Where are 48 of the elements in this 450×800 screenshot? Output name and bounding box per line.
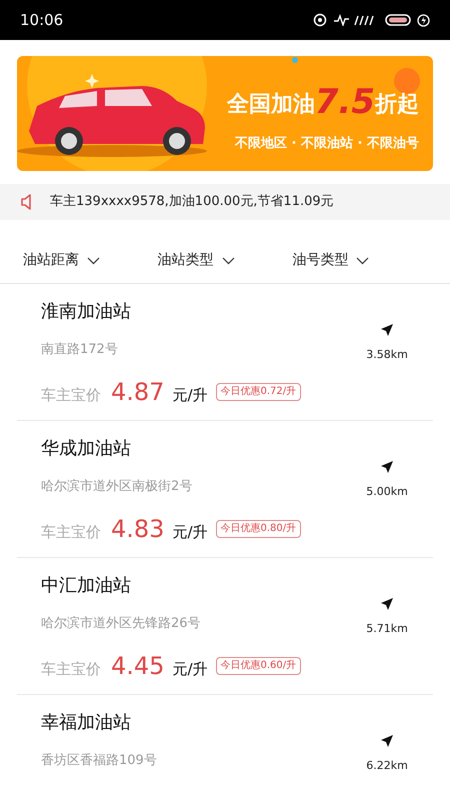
- station-card[interactable]: 淮南加油站 南直路172号 车主宝价 4.87 元/升 今日优惠0.72/升 3.58km: [17, 284, 433, 421]
- station-address: 哈尔滨市道外区南极街2号: [41, 478, 194, 496]
- station-name: 幸福加油站: [41, 711, 132, 735]
- distance: 6.22km: [366, 758, 408, 774]
- distance: 5.71km: [366, 621, 408, 637]
- navigation-arrow-icon[interactable]: [380, 734, 394, 748]
- price: 4.87: [111, 376, 164, 408]
- discount-tag: 今日优惠0.72/升: [216, 382, 302, 400]
- notice-text: 车主139xxxx9578,加油100.00元,节省11.09元: [50, 193, 334, 212]
- battery-icon: [385, 14, 411, 26]
- discount-tag: 今日优惠0.80/升: [216, 520, 302, 538]
- charging-icon: [417, 14, 430, 26]
- station-name: 淮南加油站: [41, 300, 132, 324]
- price-label: 车主宝价: [41, 384, 101, 406]
- price-label: 车主宝价: [41, 658, 101, 680]
- filter-dropdown[interactable]: 油站距离: [23, 250, 158, 271]
- station-name: 中汇加油站: [41, 574, 132, 598]
- navigation-arrow-icon[interactable]: [380, 597, 394, 611]
- station-card[interactable]: 幸福加油站 香坊区香福路109号 6.22km: [17, 695, 433, 800]
- chevron-down-icon: [87, 256, 100, 264]
- banner-subtitle: 不限地区 · 不限油站 · 不限油号: [235, 135, 419, 153]
- station-card[interactable]: 华成加油站 哈尔滨市道外区南极街2号 车主宝价 4.83 元/升 今日优惠0.80/升 5.00km: [17, 421, 433, 558]
- distance: 3.58km: [366, 347, 408, 363]
- banner-discount: 7.5: [314, 84, 375, 120]
- chevron-down-icon: [222, 256, 235, 264]
- price: 4.83: [111, 514, 164, 544]
- price: 4.45: [111, 650, 164, 682]
- station-card[interactable]: 中汇加油站 哈尔滨市道外区先锋路26号 车主宝价 4.45 元/升 今日优惠0.60/升 5.71km: [17, 558, 433, 695]
- station-address: 哈尔滨市道外区先锋路26号: [41, 615, 202, 633]
- speaker-icon: [20, 194, 34, 210]
- station-address: 香坊区香福路109号: [41, 752, 158, 770]
- price-unit: 元/升: [172, 522, 208, 542]
- price-unit: 元/升: [172, 384, 208, 406]
- navigation-arrow-icon[interactable]: [380, 323, 394, 337]
- discount-tag: 今日优惠0.60/升: [216, 656, 302, 674]
- distance: 5.00km: [366, 484, 408, 500]
- station-address: 南直路172号: [41, 341, 119, 359]
- price-label: 车主宝价: [41, 522, 101, 542]
- chevron-down-icon: [356, 256, 370, 264]
- filter-dropdown[interactable]: 油站类型: [158, 250, 292, 271]
- camera-icon: [313, 13, 327, 27]
- clock: 10:06: [20, 10, 64, 31]
- price-unit: 元/升: [172, 658, 208, 680]
- banner-headline: 全国加油: [226, 91, 315, 119]
- station-name: 华成加油站: [41, 437, 132, 461]
- banner-headline-end: 折起: [375, 91, 419, 119]
- navigation-arrow-icon[interactable]: [380, 460, 394, 474]
- filter-dropdown[interactable]: 油号类型: [292, 250, 427, 271]
